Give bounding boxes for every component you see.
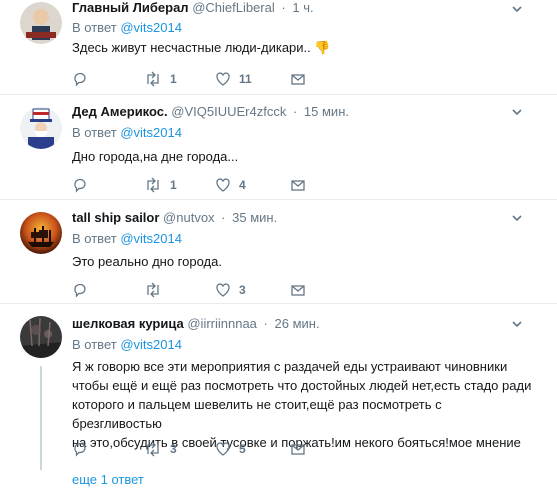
like-button[interactable]: 4 bbox=[215, 176, 246, 194]
display-name[interactable]: tall ship sailor bbox=[72, 210, 159, 225]
tweet-text-content: Здесь живут несчастные люди-дикари.. bbox=[72, 40, 311, 55]
tweet-4[interactable]: шелковая курица @iirriinnnaa · 26 мин. В… bbox=[0, 304, 557, 492]
reply-button[interactable] bbox=[72, 176, 96, 194]
retweet-icon bbox=[147, 441, 159, 457]
retweet-button[interactable]: 1 bbox=[144, 176, 177, 194]
display-name[interactable]: шелковая курица bbox=[72, 316, 184, 331]
reply-button[interactable] bbox=[72, 70, 96, 88]
heart-icon bbox=[216, 442, 230, 456]
user-handle[interactable]: @iirriinnnaa bbox=[187, 316, 257, 331]
reply-to-link[interactable]: @vits2014 bbox=[120, 125, 182, 140]
retweet-icon bbox=[147, 71, 159, 87]
like-count: 4 bbox=[239, 178, 246, 192]
retweet-icon bbox=[147, 177, 159, 193]
separator-dot: · bbox=[292, 104, 298, 119]
thumbs-down-emoji: 👎 bbox=[314, 40, 331, 55]
chevron-down-icon[interactable] bbox=[510, 2, 524, 16]
retweet-button[interactable] bbox=[144, 281, 170, 299]
heart-icon bbox=[216, 178, 230, 192]
tweet-header: Дед Америкос. @VIQ5IUUEr4zfcck · 15 мин. bbox=[72, 104, 349, 120]
tweet-text: Дно города,на дне города... bbox=[72, 149, 239, 164]
user-handle[interactable]: @ChiefLiberal bbox=[192, 0, 275, 15]
retweet-count: 3 bbox=[170, 442, 177, 456]
user-handle[interactable]: @nutvox bbox=[163, 210, 215, 225]
avatar[interactable] bbox=[20, 212, 62, 254]
dm-button[interactable] bbox=[290, 440, 306, 458]
reply-prefix: В ответ bbox=[72, 231, 117, 246]
avatar[interactable] bbox=[20, 107, 62, 149]
display-name[interactable]: Главный Либерал bbox=[72, 0, 189, 15]
reply-icon bbox=[74, 442, 86, 457]
like-button[interactable]: 5 bbox=[215, 440, 246, 458]
tweet-3[interactable]: tall ship sailor @nutvox · 35 мин. В отв… bbox=[0, 200, 557, 300]
chevron-down-icon[interactable] bbox=[510, 317, 524, 331]
heart-icon bbox=[216, 72, 230, 86]
tweet-text: Это реально дно города. bbox=[72, 254, 222, 269]
envelope-icon bbox=[291, 180, 305, 191]
show-more-replies-link[interactable]: еще 1 ответ bbox=[72, 472, 144, 488]
timestamp[interactable]: 15 мин. bbox=[304, 104, 349, 119]
tweet-actions: 1 4 bbox=[72, 176, 332, 194]
retweet-button[interactable]: 3 bbox=[144, 440, 177, 458]
reply-prefix: В ответ bbox=[72, 337, 117, 352]
reply-icon bbox=[74, 72, 86, 87]
tweet-text: Здесь живут несчастные люди-дикари.. 👎 bbox=[72, 38, 532, 57]
envelope-icon bbox=[291, 74, 305, 85]
reply-icon bbox=[74, 283, 86, 298]
avatar[interactable] bbox=[20, 316, 62, 358]
tweet-text-line: чтобы ещё и ещё раз посмотреть что досто… bbox=[72, 378, 532, 393]
thread-connector bbox=[40, 366, 42, 470]
tweet-header: шелковая курица @iirriinnnaa · 26 мин. bbox=[72, 316, 320, 332]
like-count: 5 bbox=[239, 442, 246, 456]
reply-prefix: В ответ bbox=[72, 20, 117, 35]
tweet-text-line: Я ж говорю все эти мероприятия с раздаче… bbox=[72, 359, 508, 374]
tweet-actions: 3 bbox=[72, 281, 332, 299]
reply-icon bbox=[74, 178, 86, 193]
tweet-text-line: которого и пальцем шевелить не стоит,ещё… bbox=[72, 397, 442, 431]
reply-button[interactable] bbox=[72, 440, 96, 458]
dm-button[interactable] bbox=[290, 70, 306, 88]
tweet-actions: 3 5 bbox=[72, 440, 332, 458]
reply-context: В ответ @vits2014 bbox=[72, 337, 182, 353]
timestamp[interactable]: 26 мин. bbox=[275, 316, 320, 331]
reply-to-link[interactable]: @vits2014 bbox=[120, 337, 182, 352]
like-count: 3 bbox=[239, 283, 246, 297]
reply-to-link[interactable]: @vits2014 bbox=[120, 20, 182, 35]
envelope-icon bbox=[291, 444, 305, 455]
dm-button[interactable] bbox=[290, 176, 306, 194]
tweet-header: Главный Либерал @ChiefLiberal · 1 ч. bbox=[72, 0, 314, 16]
retweet-count: 1 bbox=[170, 178, 177, 192]
timestamp[interactable]: 35 мин. bbox=[232, 210, 277, 225]
heart-icon bbox=[216, 283, 230, 297]
chevron-down-icon[interactable] bbox=[510, 211, 524, 225]
envelope-icon bbox=[291, 285, 305, 296]
avatar[interactable] bbox=[20, 2, 62, 44]
tweet-header: tall ship sailor @nutvox · 35 мин. bbox=[72, 210, 277, 226]
separator-dot: · bbox=[281, 0, 286, 15]
retweet-button[interactable]: 1 bbox=[144, 70, 177, 88]
reply-context: В ответ @vits2014 bbox=[72, 125, 182, 141]
reply-to-link[interactable]: @vits2014 bbox=[120, 231, 182, 246]
reply-context: В ответ @vits2014 bbox=[72, 20, 182, 36]
retweet-icon bbox=[147, 282, 159, 298]
tweet-text: Я ж говорю все эти мероприятия с раздаче… bbox=[72, 357, 532, 452]
dm-button[interactable] bbox=[290, 281, 306, 299]
tweet-1[interactable]: Главный Либерал @ChiefLiberal · 1 ч. В о… bbox=[0, 0, 557, 92]
tweet-actions: 1 11 bbox=[72, 70, 332, 88]
tweet-2[interactable]: Дед Америкос. @VIQ5IUUEr4zfcck · 15 мин.… bbox=[0, 95, 557, 195]
like-count: 11 bbox=[239, 72, 252, 86]
user-handle[interactable]: @VIQ5IUUEr4zfcck bbox=[171, 104, 286, 119]
separator-dot: · bbox=[221, 210, 226, 225]
like-button[interactable]: 11 bbox=[215, 70, 252, 88]
timestamp[interactable]: 1 ч. bbox=[292, 0, 313, 15]
reply-context: В ответ @vits2014 bbox=[72, 231, 182, 247]
reply-prefix: В ответ bbox=[72, 125, 117, 140]
separator-dot: · bbox=[263, 316, 268, 331]
reply-button[interactable] bbox=[72, 281, 96, 299]
chevron-down-icon[interactable] bbox=[510, 105, 524, 119]
like-button[interactable]: 3 bbox=[215, 281, 246, 299]
retweet-count: 1 bbox=[170, 72, 177, 86]
display-name[interactable]: Дед Америкос. bbox=[72, 104, 168, 119]
